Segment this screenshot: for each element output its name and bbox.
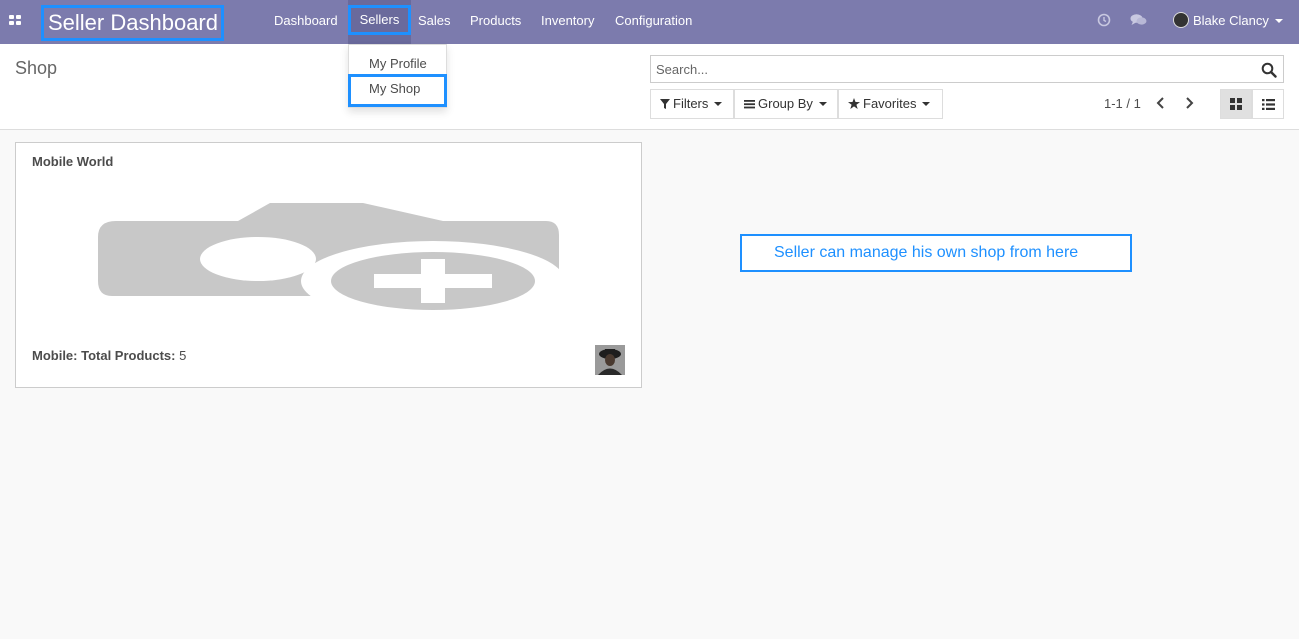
total-products-value: 5: [179, 348, 187, 363]
shop-kanban-card[interactable]: Mobile World Mobile: Total Products: 5: [15, 142, 642, 388]
kanban-view-button[interactable]: [1220, 89, 1252, 119]
avatar-image: [595, 345, 625, 375]
control-panel: Shop Filters Group By Favorites 1-1 / 1: [0, 44, 1299, 130]
top-navbar: Seller Dashboard Dashboard Sellers Sales…: [0, 0, 1299, 44]
app-brand-title[interactable]: Seller Dashboard: [41, 5, 224, 41]
chevron-down-icon: [1274, 19, 1283, 23]
chevron-down-icon: [714, 102, 723, 106]
user-name: Blake Clancy: [1193, 13, 1269, 28]
star-icon: [848, 98, 860, 109]
menu-products[interactable]: Products: [470, 0, 521, 44]
clock-icon[interactable]: [1097, 13, 1111, 27]
search-input[interactable]: [651, 56, 1231, 82]
chevron-right-icon[interactable]: [1182, 96, 1196, 110]
menu-configuration[interactable]: Configuration: [615, 0, 692, 44]
filter-icon: [660, 99, 670, 109]
user-avatar: [1173, 12, 1189, 28]
groupby-label: Group By: [758, 96, 813, 111]
page-title: Shop: [15, 58, 58, 78]
bars-icon: [744, 100, 755, 109]
annotation-callout: Seller can manage his own shop from here: [740, 234, 1132, 272]
shop-name: Mobile World: [32, 154, 114, 169]
filters-label: Filters: [673, 96, 709, 111]
favorites-label: Favorites: [863, 96, 917, 111]
filters-button[interactable]: Filters: [650, 89, 734, 119]
chevron-down-icon: [818, 102, 827, 106]
menu-sales[interactable]: Sales: [418, 0, 451, 44]
search-icon[interactable]: [1261, 62, 1277, 78]
total-products: Mobile: Total Products: 5: [32, 348, 186, 363]
my-shop-highlight: [348, 74, 447, 107]
menu-dashboard[interactable]: Dashboard: [274, 0, 338, 44]
groupby-button[interactable]: Group By: [734, 89, 838, 119]
chat-icon[interactable]: [1130, 13, 1147, 27]
search-box[interactable]: [650, 55, 1284, 83]
menu-sellers[interactable]: Sellers: [348, 5, 411, 35]
menu-inventory[interactable]: Inventory: [541, 0, 594, 44]
seller-avatar: [595, 345, 625, 375]
chevron-left-icon[interactable]: [1154, 96, 1168, 110]
chevron-down-icon: [922, 102, 931, 106]
user-menu[interactable]: Blake Clancy: [1173, 11, 1283, 31]
total-products-label: Mobile: Total Products:: [32, 348, 176, 363]
list-icon: [1262, 99, 1275, 110]
pager-value[interactable]: 1-1 / 1: [1104, 96, 1141, 111]
kanban-grid-icon: [1230, 98, 1242, 110]
camera-placeholder-icon: [98, 203, 560, 321]
list-view-button[interactable]: [1252, 89, 1284, 119]
apps-grid-icon[interactable]: [9, 15, 21, 25]
favorites-button[interactable]: Favorites: [838, 89, 943, 119]
dropdown-item-my-profile[interactable]: My Profile: [369, 56, 427, 71]
